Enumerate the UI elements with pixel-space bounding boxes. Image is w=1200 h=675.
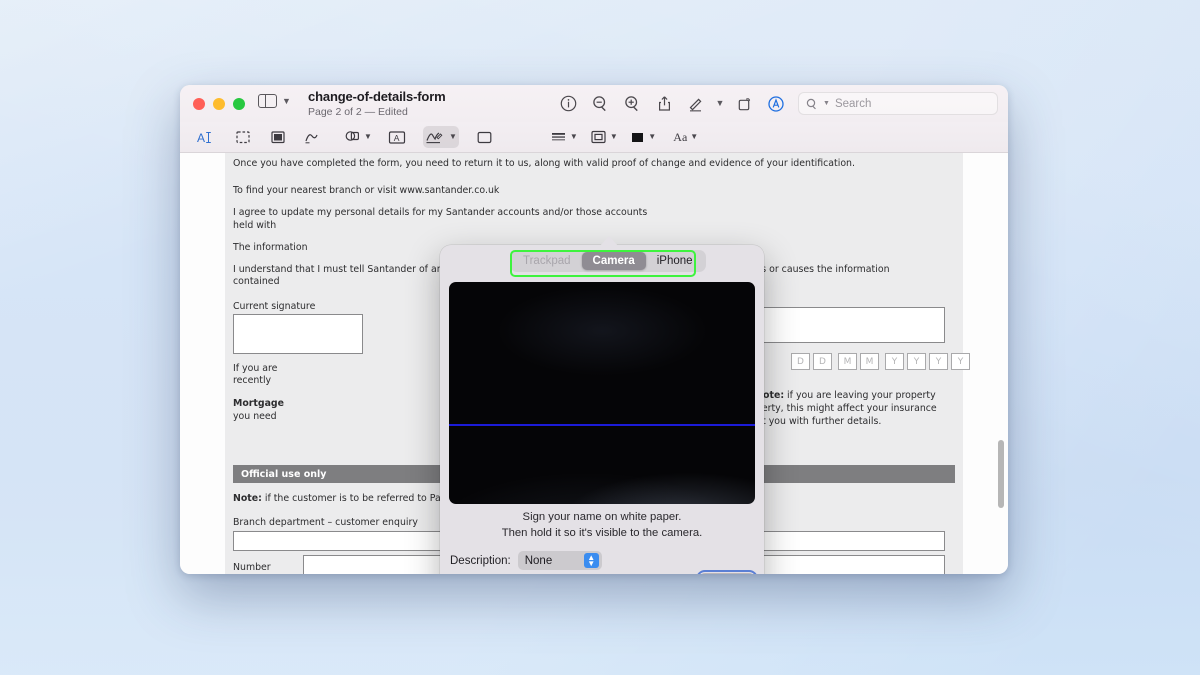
- sign-icon[interactable]: ▼: [423, 126, 459, 148]
- page-title: change-of-details-form: [308, 89, 446, 104]
- doc-line: contained: [233, 276, 280, 287]
- share-icon[interactable]: [648, 91, 680, 116]
- search-placeholder: Search: [835, 98, 871, 110]
- doc-line: Mortgage: [233, 398, 284, 409]
- date-box[interactable]: Y: [951, 353, 970, 370]
- date-box[interactable]: M: [860, 353, 879, 370]
- doc-line: you need: [233, 411, 277, 422]
- stepper-icon[interactable]: ▲▼: [584, 553, 599, 568]
- info-icon[interactable]: [552, 91, 584, 116]
- text-selection-icon[interactable]: A: [192, 126, 219, 148]
- doc-line: Once you have completed the form, you ne…: [233, 158, 855, 169]
- text-style-icon[interactable]: Aa ▼: [669, 126, 703, 148]
- description-label: Description:: [450, 555, 511, 567]
- toolbar-right-group: ▼ ▼ Search: [552, 91, 998, 116]
- camera-instruction-line1: Sign your name on white paper.: [440, 509, 764, 525]
- camera-instruction-line2: Then hold it so it's visible to the came…: [440, 525, 764, 541]
- signature-source-tabs: Trackpad Camera iPhone: [510, 250, 706, 272]
- sidebar-icon: [258, 94, 277, 108]
- vertical-scrollbar[interactable]: [996, 225, 1005, 570]
- preview-window: ▼ change-of-details-form Page 2 of 2 — E…: [180, 85, 1008, 574]
- minimize-button[interactable]: [213, 98, 225, 110]
- doc-line: To find your nearest branch or visit www…: [233, 185, 499, 196]
- date-boxes: D D M M Y Y Y Y: [791, 353, 970, 370]
- insurance-note-rest: if you are leaving your property: [784, 390, 936, 401]
- rotate-icon[interactable]: [728, 91, 760, 116]
- doc-line: I agree to update my personal details fo…: [233, 207, 647, 218]
- doc-line: If you are: [233, 363, 277, 374]
- doc-line: held with: [233, 220, 276, 231]
- svg-text:A: A: [394, 133, 400, 143]
- tab-iphone[interactable]: iPhone: [646, 252, 704, 270]
- svg-text:A: A: [197, 131, 205, 145]
- chevron-down-icon: ▼: [282, 97, 291, 106]
- doc-line: The information: [233, 242, 308, 253]
- camera-instructions: Sign your name on white paper. Then hold…: [440, 509, 764, 542]
- note-icon[interactable]: [471, 126, 498, 148]
- number-label: Number: [233, 562, 271, 573]
- page-subtitle: Page 2 of 2 — Edited: [308, 106, 446, 118]
- markup-pen-icon[interactable]: [680, 91, 712, 116]
- date-box[interactable]: Y: [885, 353, 904, 370]
- markup-dropdown-chevron-icon[interactable]: ▼: [712, 91, 728, 116]
- date-box[interactable]: Y: [907, 353, 926, 370]
- date-box[interactable]: D: [791, 353, 810, 370]
- scrollbar-thumb[interactable]: [998, 440, 1004, 508]
- rectangular-selection-icon[interactable]: [229, 126, 256, 148]
- traffic-lights: [193, 98, 245, 110]
- description-select[interactable]: None ▲▼: [518, 551, 602, 570]
- sidebar-toggle-button[interactable]: ▼: [258, 94, 291, 108]
- current-signature-field[interactable]: [233, 314, 363, 354]
- shapes-icon[interactable]: ▼: [344, 126, 372, 148]
- document-title-block: change-of-details-form Page 2 of 2 — Edi…: [308, 89, 446, 118]
- done-button[interactable]: Done: [699, 573, 755, 574]
- official-note-bold: Note:: [233, 493, 262, 504]
- close-button[interactable]: [193, 98, 205, 110]
- description-value: None: [525, 555, 553, 567]
- search-icon: [806, 98, 818, 110]
- instant-alpha-icon[interactable]: [264, 126, 291, 148]
- camera-preview: [449, 282, 755, 504]
- fill-color-icon[interactable]: ▼: [630, 126, 657, 148]
- date-box[interactable]: Y: [929, 353, 948, 370]
- text-box-icon[interactable]: A: [384, 126, 411, 148]
- zoom-button[interactable]: [233, 98, 245, 110]
- shape-style-icon[interactable]: ▼: [550, 126, 578, 148]
- annotate-icon[interactable]: [760, 91, 792, 116]
- window-titlebar: ▼ change-of-details-form Page 2 of 2 — E…: [180, 85, 1008, 122]
- markup-toolbar: A ▼ A ▼: [180, 122, 1008, 153]
- tab-camera[interactable]: Camera: [582, 252, 646, 270]
- border-style-icon[interactable]: ▼: [590, 126, 618, 148]
- branch-dept-label: Branch department – customer enquiry: [233, 517, 418, 528]
- search-input[interactable]: ▼ Search: [798, 92, 998, 115]
- tab-trackpad[interactable]: Trackpad: [512, 252, 582, 270]
- date-box[interactable]: M: [838, 353, 857, 370]
- sketch-icon[interactable]: [299, 126, 326, 148]
- zoom-in-icon[interactable]: [616, 91, 648, 116]
- zoom-out-icon[interactable]: [584, 91, 616, 116]
- search-options-chevron-icon: ▼: [823, 100, 830, 107]
- signature-capture-popover: Trackpad Camera iPhone Sign your name on…: [440, 245, 764, 574]
- date-box[interactable]: D: [813, 353, 832, 370]
- doc-line: recently: [233, 375, 271, 386]
- doc-line: Current signature: [233, 301, 315, 312]
- description-row: Description: None ▲▼: [450, 551, 602, 570]
- signature-baseline-guide: [449, 424, 755, 426]
